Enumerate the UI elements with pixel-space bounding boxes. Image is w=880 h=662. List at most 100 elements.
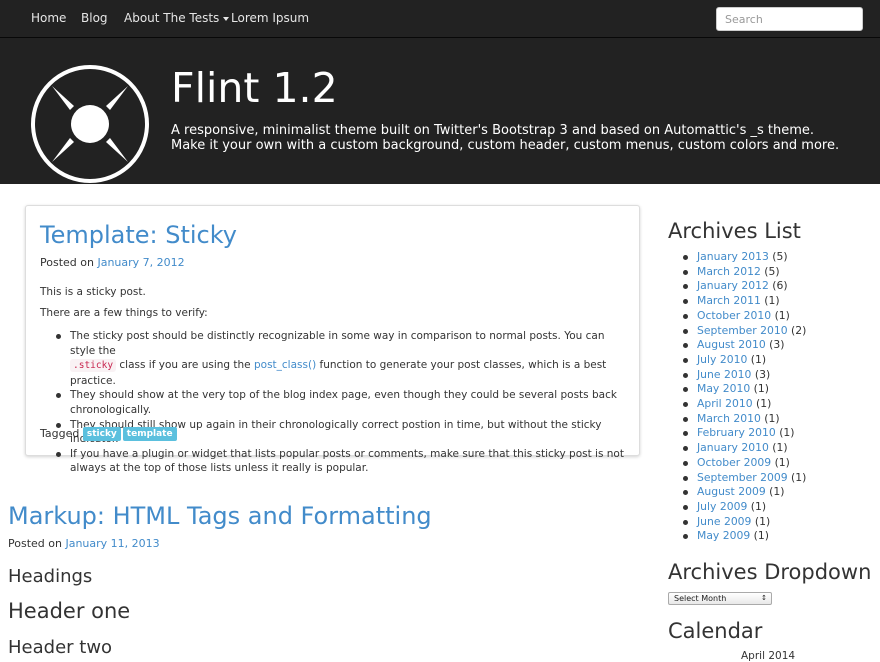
top-navbar: Home Blog About The Tests Lorem Ipsum [0, 0, 880, 38]
archive-item: June 2010 (3) [682, 367, 806, 383]
archive-month-link[interactable]: March 2012 [697, 265, 761, 278]
archive-month-link[interactable]: January 2013 [697, 250, 769, 263]
archives-month-select[interactable]: Select Month ↕ [668, 592, 772, 605]
archive-item: April 2010 (1) [682, 397, 806, 412]
post-title-link[interactable]: Template: Sticky [40, 221, 237, 249]
archive-month-link[interactable]: August 2010 [697, 338, 766, 351]
archive-item: January 2010 (1) [682, 441, 806, 456]
archive-item: March 2012 (5) [682, 264, 806, 280]
archive-month-link[interactable]: May 2009 [697, 529, 750, 542]
list-item-text: The sticky post should be distinctly rec… [70, 330, 605, 357]
sticky-post: Template: Sticky Posted on January 7, 20… [25, 205, 640, 474]
post-date-link[interactable]: January 7, 2012 [97, 256, 184, 269]
archive-count: (1) [756, 397, 772, 411]
archive-month-link[interactable]: October 2010 [697, 309, 771, 322]
flint-logo-icon[interactable] [30, 64, 150, 184]
tagged-label: Tagged [40, 427, 80, 440]
archive-item: February 2010 (1) [682, 426, 806, 441]
post-title-link[interactable]: Markup: HTML Tags and Formatting [8, 502, 432, 530]
archive-count: (1) [774, 455, 790, 469]
archive-count: (1) [769, 485, 785, 499]
archive-count: (2) [791, 323, 807, 337]
archive-month-link[interactable]: March 2010 [697, 412, 761, 425]
archive-item: January 2013 (5) [682, 250, 806, 265]
sticky-class-code: .sticky [70, 359, 117, 373]
nav-about-the-tests[interactable]: About The Tests [124, 11, 230, 25]
archive-month-link[interactable]: March 2011 [697, 294, 761, 307]
tag-template[interactable]: template [122, 427, 177, 441]
archive-count: (1) [774, 308, 790, 322]
nav-home[interactable]: Home [31, 11, 66, 25]
archive-month-link[interactable]: June 2009 [697, 515, 751, 528]
archive-month-link[interactable]: September 2009 [697, 471, 788, 484]
archive-month-link[interactable]: August 2009 [697, 485, 766, 498]
archive-count: (6) [772, 279, 788, 293]
search-input[interactable] [716, 7, 863, 31]
site-tagline: A responsive, minimalist theme built on … [171, 123, 840, 153]
archive-item: March 2010 (1) [682, 412, 806, 427]
post-tags: Tagged sticky template [40, 427, 179, 441]
calendar-title: Calendar [668, 619, 763, 643]
post-title[interactable]: Template: Sticky [40, 221, 237, 249]
site-header: Flint 1.2 A responsive, minimalist theme… [0, 38, 880, 184]
archive-count: (1) [754, 514, 771, 528]
archive-item: January 2012 (6) [682, 279, 806, 294]
archive-month-link[interactable]: September 2010 [697, 324, 788, 337]
archive-month-link[interactable]: February 2010 [697, 426, 776, 439]
archives-list: January 2013 (5) March 2012 (5) January 20… [682, 250, 807, 544]
archive-month-link[interactable]: July 2010 [697, 353, 747, 366]
archive-item: September 2009 (1) [682, 470, 807, 486]
tag-sticky[interactable]: sticky [82, 427, 121, 441]
archive-count: (1) [750, 499, 767, 513]
archive-count: (3) [754, 367, 771, 381]
post-class-link[interactable]: post_class() [254, 359, 316, 371]
list-item: The sticky post should be distinctly rec… [56, 329, 630, 388]
archive-count: (1) [764, 294, 780, 308]
archive-item: September 2010 (2) [682, 323, 807, 339]
nav-about-label: About The Tests [124, 11, 220, 25]
archive-month-link[interactable]: May 2010 [697, 382, 750, 395]
archive-month-link[interactable]: October 2009 [697, 456, 771, 469]
archive-month-link[interactable]: January 2010 [697, 441, 769, 454]
archive-count: (5) [772, 250, 788, 263]
posted-on-label: Posted on [8, 537, 62, 550]
archive-month-link[interactable]: July 2009 [697, 500, 747, 513]
headings-heading: Headings [8, 566, 93, 587]
list-item: If you have a plugin or widget that list… [56, 447, 630, 476]
archives-dropdown-title: Archives Dropdown [668, 560, 872, 584]
list-item: They should show at the very top of the … [56, 388, 630, 417]
list-item-text: class if you are using the [119, 359, 251, 372]
archive-count: (1) [753, 382, 769, 396]
archive-item: August 2009 (1) [682, 485, 806, 500]
archive-item: August 2010 (3) [682, 338, 806, 353]
post-title[interactable]: Markup: HTML Tags and Formatting [8, 502, 432, 530]
archive-month-link[interactable]: January 2012 [697, 279, 769, 292]
archives-list-title: Archives List [668, 219, 801, 243]
archive-item: July 2010 (1) [682, 352, 806, 368]
site-title[interactable]: Flint 1.2 [171, 64, 338, 112]
archive-count: (1) [750, 352, 767, 366]
archive-month-link[interactable]: April 2010 [697, 397, 753, 410]
archive-item: June 2009 (1) [682, 514, 806, 530]
archive-month-link[interactable]: June 2010 [697, 368, 751, 381]
post-date-link[interactable]: January 11, 2013 [65, 537, 159, 550]
header-two: Header two [8, 637, 113, 658]
caret-down-icon [223, 16, 230, 21]
header-one: Header one [8, 599, 131, 623]
post-paragraph: There are a few things to verify: [40, 307, 208, 319]
archive-count: (1) [772, 441, 788, 455]
archive-item: October 2010 (1) [682, 308, 806, 324]
archive-item: March 2011 (1) [682, 294, 806, 309]
post-meta: Posted on January 7, 2012 [40, 256, 185, 269]
archive-item: May 2009 (1) [682, 529, 806, 544]
select-arrows-icon: ↕ [761, 594, 767, 602]
archive-count: (5) [764, 264, 780, 278]
archive-item: July 2009 (1) [682, 499, 806, 515]
archive-count: (1) [753, 529, 769, 543]
verify-list: The sticky post should be distinctly rec… [56, 329, 630, 476]
nav-blog[interactable]: Blog [81, 11, 108, 25]
archive-item: May 2010 (1) [682, 382, 806, 397]
archive-count: (1) [791, 470, 807, 484]
calendar-caption: April 2014 [741, 650, 796, 662]
nav-lorem-ipsum[interactable]: Lorem Ipsum [231, 11, 309, 25]
